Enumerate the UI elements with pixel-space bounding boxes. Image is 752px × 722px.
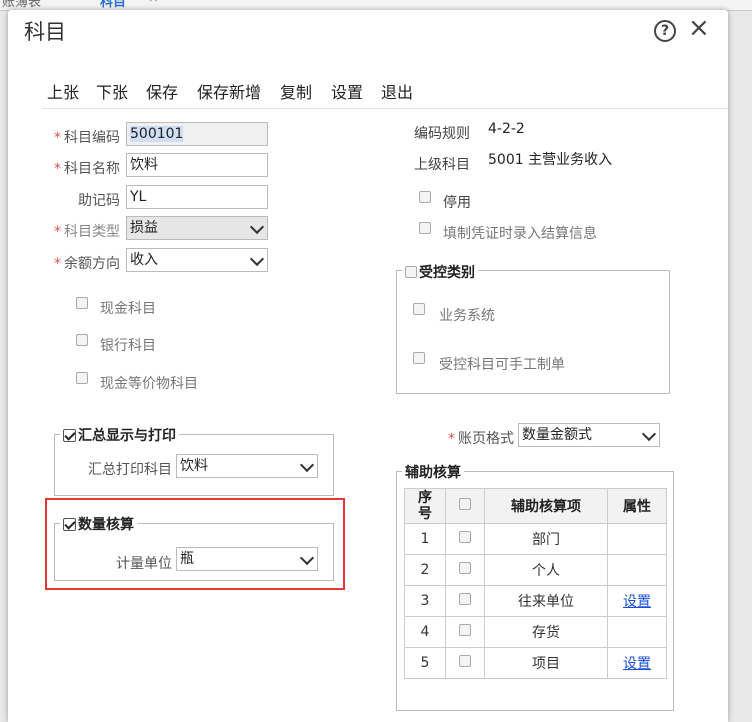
row-settings-link[interactable]: 设置: [623, 594, 651, 610]
chevron-down-icon: [249, 219, 265, 235]
row-checkbox-cell: [445, 585, 485, 617]
row-item: 往来单位: [484, 585, 608, 617]
row-checkbox[interactable]: [459, 531, 471, 543]
controlled-group: [396, 270, 670, 394]
cash-checkbox[interactable]: [76, 297, 88, 309]
mnemonic-label: 助记码: [78, 193, 120, 209]
row-checkbox-cell: [445, 554, 485, 586]
rule-value: 4-2-2: [488, 121, 525, 137]
controlled-checkbox[interactable]: [405, 266, 417, 278]
select-all-checkbox[interactable]: [459, 498, 471, 510]
close-icon[interactable]: ×: [688, 13, 710, 43]
aux-legend: 辅助核算: [402, 462, 464, 482]
toolbar-settings-button[interactable]: 设置: [331, 79, 363, 103]
row-checkbox[interactable]: [459, 655, 471, 667]
row-attr: 设置: [607, 585, 667, 617]
toolbar-save-button[interactable]: 保存: [146, 79, 178, 103]
item-header: 辅助核算项: [484, 488, 608, 524]
bank-checkbox[interactable]: [76, 334, 88, 346]
summary-print-select[interactable]: 饮料: [176, 454, 318, 478]
row-item: 存货: [484, 616, 608, 648]
bank-label: 银行科目: [100, 338, 156, 354]
controlled-legend: 受控类别: [402, 262, 478, 282]
summary-print-label: 汇总打印科目: [88, 462, 172, 478]
type-select[interactable]: 损益: [126, 216, 268, 240]
row-item: 部门: [484, 523, 608, 555]
table-row[interactable]: 1 部门: [404, 523, 667, 555]
toolbar-next-button[interactable]: 下张: [96, 79, 128, 103]
manual-entry-checkbox[interactable]: [413, 352, 425, 364]
help-icon[interactable]: ?: [654, 20, 676, 42]
row-checkbox[interactable]: [459, 562, 471, 574]
table-row[interactable]: 2 个人: [404, 554, 667, 586]
toolbar-copy-button[interactable]: 复制: [280, 79, 312, 103]
row-seq: 2: [404, 554, 446, 586]
cash-label: 现金科目: [100, 301, 156, 317]
row-seq: 4: [404, 616, 446, 648]
dialog-title: 科目: [24, 20, 66, 44]
settlement-checkbox[interactable]: [419, 222, 431, 234]
name-label: * 科目名称: [54, 161, 120, 177]
parent-label: 上级科目: [414, 157, 470, 173]
table-row[interactable]: 5 项目 设置: [404, 647, 667, 679]
cash-equivalent-label: 现金等价物科目: [100, 376, 198, 392]
table-row[interactable]: 3 往来单位 设置: [404, 585, 667, 617]
parent-value: 5001 主营业务收入: [488, 152, 613, 168]
row-checkbox-cell: [445, 616, 485, 648]
toolbar-save-new-button[interactable]: 保存新增: [197, 79, 261, 103]
code-label: * 科目编码: [54, 130, 120, 146]
toolbar-prev-button[interactable]: 上张: [47, 79, 79, 103]
row-seq: 3: [404, 585, 446, 617]
row-checkbox-cell: [445, 523, 485, 555]
toolbar-exit-button[interactable]: 退出: [381, 79, 413, 103]
row-checkbox-cell: [445, 647, 485, 679]
background-tab[interactable]: 账簿表: [2, 0, 41, 10]
background-tab-active[interactable]: 科目: [100, 0, 126, 10]
chevron-down-icon: [249, 251, 265, 267]
biz-system-label: 业务系统: [439, 308, 495, 324]
disabled-label: 停用: [443, 195, 471, 211]
select-all-header: [445, 488, 485, 524]
row-attr: 设置: [607, 647, 667, 679]
rule-label: 编码规则: [414, 126, 470, 142]
row-checkbox[interactable]: [459, 593, 471, 605]
code-field[interactable]: 500101: [126, 122, 268, 146]
row-attr: [607, 523, 667, 555]
attr-header: 属性: [607, 488, 667, 524]
mnemonic-field[interactable]: YL: [126, 185, 268, 209]
row-attr: [607, 616, 667, 648]
ledger-select[interactable]: 数量金额式: [518, 423, 660, 447]
aux-header-row: 序号 辅助核算项 属性: [404, 488, 667, 524]
row-item: 项目: [484, 647, 608, 679]
cash-equivalent-checkbox[interactable]: [76, 372, 88, 384]
disabled-checkbox[interactable]: [419, 191, 431, 203]
summary-legend: 汇总显示与打印: [60, 425, 179, 445]
chevron-down-icon: [641, 426, 657, 442]
chevron-down-icon: [299, 457, 315, 473]
aux-table: 序号 辅助核算项 属性 1 部门 2 个人 3 往来单位 设置 4 存货 5 项…: [404, 488, 667, 679]
row-settings-link[interactable]: 设置: [623, 656, 651, 672]
name-field[interactable]: 饮料: [126, 153, 268, 177]
highlight-box: [45, 498, 345, 590]
ledger-label: * 账页格式: [448, 431, 514, 447]
close-icon[interactable]: ×: [148, 0, 159, 6]
row-seq: 5: [404, 647, 446, 679]
settlement-label: 填制凭证时录入结算信息: [443, 226, 597, 242]
row-seq: 1: [404, 523, 446, 555]
type-label: * 科目类型: [54, 224, 120, 240]
toolbar-divider: [42, 108, 728, 109]
row-attr: [607, 554, 667, 586]
seq-header: 序号: [404, 488, 446, 524]
manual-entry-label: 受控科目可手工制单: [439, 357, 565, 373]
row-checkbox[interactable]: [459, 624, 471, 636]
biz-system-checkbox[interactable]: [413, 303, 425, 315]
direction-select[interactable]: 收入: [126, 248, 268, 272]
row-item: 个人: [484, 554, 608, 586]
subject-dialog: 科目 ? × 上张 下张 保存 保存新增 复制 设置 退出 * 科目编码 5001…: [8, 10, 728, 722]
summary-checkbox[interactable]: [63, 429, 76, 442]
table-row[interactable]: 4 存货: [404, 616, 667, 648]
direction-label: * 余额方向: [54, 256, 120, 272]
